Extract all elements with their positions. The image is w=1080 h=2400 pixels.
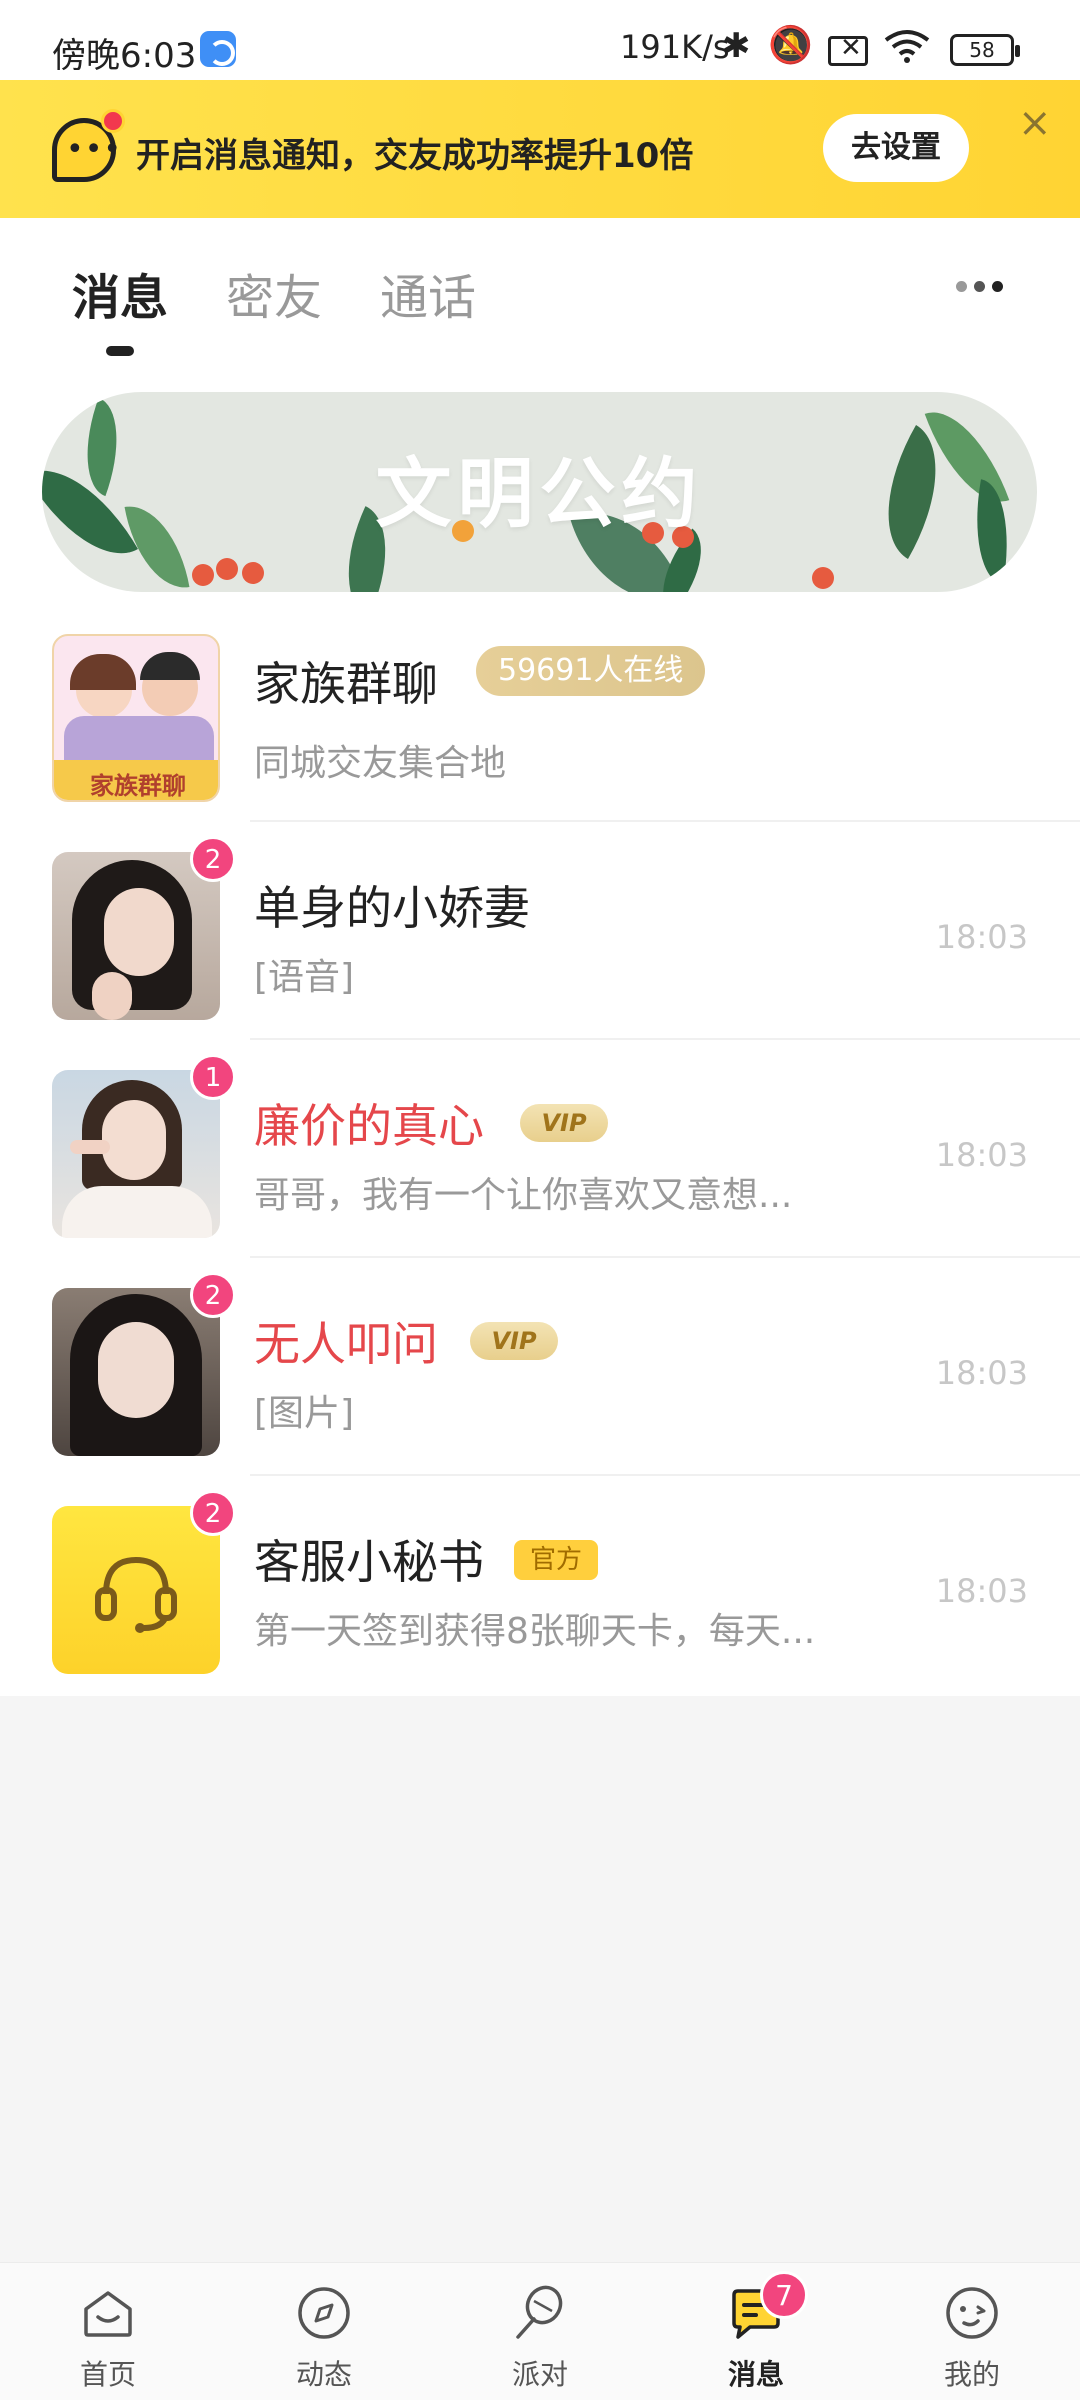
conversation-name: 客服小秘书: [254, 1535, 484, 1589]
unread-badge: 2: [190, 1490, 236, 1536]
group-avatar: 家族群聊: [52, 634, 220, 802]
profile-face-icon: [946, 2287, 998, 2339]
unread-badge: 2: [190, 1272, 236, 1318]
nav-label: 我的: [943, 2358, 1000, 2391]
app-notification-icon: [200, 31, 236, 67]
unread-badge: 1: [190, 1054, 236, 1100]
compass-icon: [298, 2287, 350, 2339]
online-count-badge: 59691人在线: [476, 646, 706, 696]
contact-avatar: [52, 1288, 220, 1456]
conversation-preview: 哥哥，我有一个让你喜欢又意想...: [254, 1175, 793, 1216]
nav-unread-badge: 7: [760, 2271, 808, 2319]
civility-pact-banner[interactable]: 文明公约: [42, 392, 1037, 592]
contact-avatar: [52, 1070, 220, 1238]
nav-profile[interactable]: 我的: [864, 2263, 1080, 2400]
conversation-time: 18:03: [935, 1572, 1028, 1610]
more-options-icon[interactable]: [956, 278, 1006, 294]
conversation-name: 无人叩问: [254, 1317, 438, 1371]
conversation-preview: [语音]: [254, 957, 355, 998]
bottom-navigation: 首页 动态 派对 7 消息 我的: [0, 2262, 1080, 2400]
conversation-time: 18:03: [935, 1136, 1028, 1174]
network-speed: 191K/s: [620, 28, 730, 66]
tab-calls[interactable]: 通话: [380, 258, 476, 328]
vip-badge: VIP: [520, 1104, 608, 1142]
nav-party[interactable]: 派对: [432, 2263, 648, 2400]
active-tab-indicator: [106, 346, 134, 356]
conversation-time: 18:03: [935, 1354, 1028, 1392]
status-bar: 傍晚6:03 191K/s ✱ 🔕 ✕ 58: [0, 0, 1080, 80]
wifi-icon: [884, 30, 930, 63]
nav-label: 动态: [295, 2358, 352, 2391]
conversation-preview: 同城交友集合地: [254, 743, 507, 784]
conversation-name: 单身的小娇妻: [254, 881, 530, 935]
conversation-name: 家族群聊: [254, 657, 438, 711]
conversation-item[interactable]: 2 单身的小娇妻 [语音] 18:03: [0, 822, 1080, 1040]
vip-badge: VIP: [470, 1322, 558, 1360]
banner-title: 文明公约: [375, 449, 704, 538]
conversation-item[interactable]: 1 廉价的真心 VIP 哥哥，我有一个让你喜欢又意想... 18:03: [0, 1040, 1080, 1258]
conversation-preview: 第一天签到获得8张聊天卡，每天...: [254, 1611, 816, 1652]
battery-icon: 58: [950, 34, 1020, 66]
conversation-time: 18:03: [935, 918, 1028, 956]
status-time: 傍晚6:03: [52, 36, 197, 76]
balloon-icon: [516, 2285, 563, 2339]
nav-feed[interactable]: 动态: [216, 2263, 432, 2400]
home-icon: [84, 2291, 132, 2337]
notification-text: 开启消息通知，交友成功率提升10倍: [136, 136, 694, 176]
headset-icon: [95, 1556, 177, 1633]
nav-label: 首页: [79, 2358, 136, 2391]
conversation-item-customer-service[interactable]: 2 客服小秘书 官方 第一天签到获得8张聊天卡，每天... 18:03: [0, 1476, 1080, 1694]
conversation-preview: [图片]: [254, 1393, 355, 1434]
bluetooth-icon: ✱: [722, 26, 751, 66]
tab-messages[interactable]: 消息: [72, 258, 168, 328]
contact-avatar: [52, 852, 220, 1020]
unread-badge: 2: [190, 836, 236, 882]
mute-icon: 🔕: [768, 25, 813, 66]
tab-close-friends[interactable]: 密友: [226, 258, 322, 328]
close-icon[interactable]: ×: [1018, 100, 1052, 146]
customer-service-avatar: [52, 1506, 220, 1674]
nav-messages[interactable]: 7 消息: [648, 2263, 864, 2400]
go-settings-button[interactable]: 去设置: [823, 114, 969, 182]
conversation-item[interactable]: 2 无人叩问 VIP [图片] 18:03: [0, 1258, 1080, 1476]
chat-bubble-icon: •••: [52, 109, 125, 182]
conversation-name: 廉价的真心: [254, 1099, 484, 1153]
nav-label: 派对: [511, 2358, 568, 2391]
official-badge: 官方: [514, 1540, 598, 1580]
group-avatar-text: 家族群聊: [90, 772, 186, 800]
conversation-item-family-group[interactable]: 家族群聊 家族群聊 59691人在线 同城交友集合地: [0, 604, 1080, 822]
notification-banner: ••• 开启消息通知，交友成功率提升10倍 去设置 ×: [0, 80, 1080, 218]
no-sim-icon: ✕: [828, 33, 868, 66]
nav-home[interactable]: 首页: [0, 2263, 216, 2400]
nav-label: 消息: [727, 2358, 784, 2391]
